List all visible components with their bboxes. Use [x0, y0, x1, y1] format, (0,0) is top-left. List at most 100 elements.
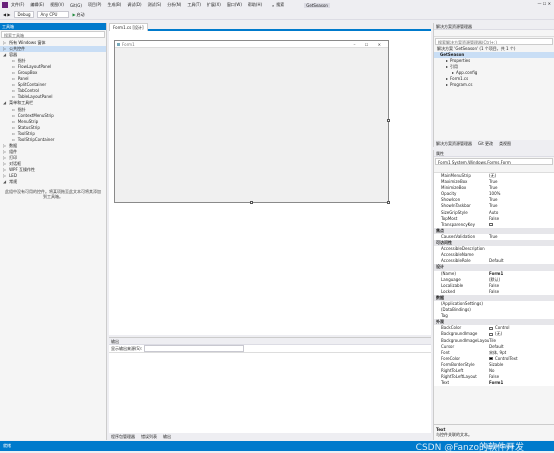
start-icon[interactable]: ▶ [72, 12, 75, 17]
property-row[interactable]: AccessibleRole Default [434, 258, 554, 264]
toolbox-panel: 工具箱 搜索工具箱 ▷ 所有 Windows 窗体 ▷ 公共控件 ◢ 容器 ▫ 指针 ▫ Flow… [0, 23, 107, 440]
expander-icon: ▷ [3, 40, 7, 45]
file-icon: ▸ [452, 70, 455, 75]
explorer-tab[interactable]: 类视图 [499, 141, 511, 147]
platform-dropdown[interactable]: Any CPU [37, 11, 70, 18]
property-description: Text 与控件关联的文本。 [434, 424, 554, 440]
toolbox-item-label: 指针 [17, 106, 26, 112]
expander-icon: ▷ [3, 173, 7, 179]
toolbox-list: ▷ 所有 Windows 窗体 ▷ 公共控件 ◢ 容器 ▫ 指针 ▫ FlowLayoutPane… [0, 39, 106, 185]
property-value[interactable] [489, 222, 554, 228]
toolbox-item-label: ToolStrip [17, 130, 35, 136]
window-controls[interactable]: — ☐ ✕ [538, 1, 551, 6]
expander-icon: ▷ [3, 142, 7, 148]
property-value-text: 宋体, 9pt [489, 349, 507, 355]
expander-icon: ▷ [3, 148, 7, 154]
resize-handle-right[interactable] [387, 119, 390, 122]
output-panel: 输出 显示输出来源(S): 程序包管理器 错误列表 输出 [109, 337, 431, 440]
property-value-text: (默认) [489, 276, 501, 282]
expander-icon: ▷ [3, 154, 7, 160]
toolbox-item-label: 组件 [9, 148, 18, 154]
resize-handle-corner[interactable] [387, 201, 390, 204]
expander-icon: ◢ [3, 100, 7, 106]
explorer-tab[interactable]: 解决方案资源管理器 [436, 141, 472, 147]
property-row[interactable]: TransparencyKey [434, 222, 554, 228]
solution-name: GetSeason [304, 2, 330, 8]
menu-item[interactable]: 生成(B) [107, 2, 121, 8]
back-icon[interactable]: ◀ ▶ [3, 12, 10, 17]
color-swatch [489, 326, 493, 330]
toolbox-item-label: FlowLayoutPanel [17, 64, 52, 70]
pointer-icon: ▫ [12, 70, 15, 76]
explorer-tree: ▸ Properties ▸ 引用 ▸ App.config ▸ Form1.cs ▸ Progr… [434, 58, 554, 88]
pointer-icon: ▫ [12, 124, 15, 130]
property-row[interactable]: Text Form1 [434, 380, 554, 386]
search-label[interactable]: 搜索 [276, 2, 300, 8]
explorer-tab[interactable]: Git 更改 [478, 141, 493, 147]
property-grid: MainMenuStrip (无) MaximizeBox True MinimizeB… [434, 173, 554, 387]
property-value[interactable]: Form1 [489, 380, 554, 386]
property-value[interactable]: Default [489, 258, 554, 264]
menu-item[interactable]: 文件(F) [11, 2, 24, 8]
output-tab[interactable]: 程序包管理器 [111, 434, 135, 440]
config-dropdown[interactable]: Debug [14, 11, 35, 18]
expander-icon: ▷ [3, 46, 7, 52]
toolbox-item-label: 常规 [9, 179, 18, 185]
toolbox-item-label: LED [9, 173, 17, 179]
explorer-node-label: Form1.cs [450, 76, 469, 81]
expander-icon: ▷ [3, 166, 7, 172]
property-row[interactable]: CausesValidation True [434, 234, 554, 240]
property-value[interactable]: True [489, 234, 554, 240]
menu-item[interactable]: 编辑(E) [30, 2, 44, 8]
explorer-node[interactable]: ▸ Program.cs [434, 82, 554, 88]
menu-item[interactable]: 测试(S) [148, 2, 162, 8]
expander-icon: ◢ [3, 52, 7, 58]
toolbox-search[interactable]: 搜索工具箱 [1, 31, 105, 38]
output-source-dropdown[interactable] [144, 345, 245, 352]
explorer-search[interactable]: 搜索解决方案资源管理器(Ctrl+;) [435, 38, 553, 45]
color-swatch [489, 357, 493, 361]
source-control-button[interactable]: 添加到源代码管理 [482, 444, 514, 450]
resize-handle-bottom[interactable] [250, 201, 253, 204]
menu-item[interactable]: 扩展(X) [207, 2, 221, 8]
properties-object[interactable]: Form1 System.Windows.Forms.Form [435, 158, 553, 165]
output-tab[interactable]: 输出 [163, 434, 171, 440]
property-value-text: True [489, 185, 498, 191]
property-value-text: Tile [489, 337, 497, 343]
toolbox-item-label: 对话框 [9, 160, 22, 166]
explorer-node-label: Program.cs [450, 82, 473, 87]
property-row[interactable]: Tag [434, 313, 554, 319]
property-value[interactable]: False [489, 289, 554, 295]
menu-item[interactable]: 帮助(H) [248, 2, 262, 8]
tab-form1-design[interactable]: Form1.cs [设计] [109, 23, 148, 31]
menu-item[interactable]: 项目(P) [88, 2, 102, 8]
toolbox-item-label: 公共控件 [9, 46, 26, 52]
start-button[interactable]: 启动 [77, 12, 85, 18]
pointer-icon: ▫ [12, 76, 15, 82]
status-ready: 就绪 [3, 443, 11, 448]
menu-item[interactable]: 调试(D) [127, 2, 141, 8]
property-row[interactable]: Locked False [434, 289, 554, 295]
toolbox-item-label: StatusStrip [17, 124, 40, 130]
menu-item[interactable]: 分析(N) [167, 2, 181, 8]
search-icon[interactable]: ⌕ [272, 3, 274, 8]
properties-header[interactable]: 属性 [434, 150, 554, 157]
explorer-header[interactable]: 解决方案资源管理器 [434, 23, 554, 30]
output-tab[interactable]: 错误列表 [141, 434, 157, 440]
menu-item[interactable]: 窗口(W) [227, 2, 242, 8]
menu-item[interactable]: 工具(T) [187, 2, 201, 8]
toolbox-item-label: TabControl [17, 88, 39, 94]
menu-item[interactable]: Git(G) [70, 3, 82, 8]
toolbox-item-label: Panel [17, 76, 29, 82]
toolbar: ◀ ▶ Debug Any CPU ▶ 启动 [0, 10, 554, 20]
property-value[interactable] [489, 313, 554, 319]
toolbox-header[interactable]: 工具箱 [0, 23, 106, 30]
menu-item[interactable]: 视图(V) [50, 2, 64, 8]
output-header[interactable]: 输出 [109, 338, 431, 345]
form1-design-surface[interactable]: Form1 – ☐ ✕ [114, 40, 389, 203]
form-icon [117, 42, 120, 46]
property-value-text: No [489, 368, 495, 373]
pointer-icon: ▫ [12, 136, 15, 142]
properties-panel: 属性 Form1 System.Windows.Forms.Form MainM… [433, 150, 554, 440]
property-value-text: True [489, 203, 498, 209]
